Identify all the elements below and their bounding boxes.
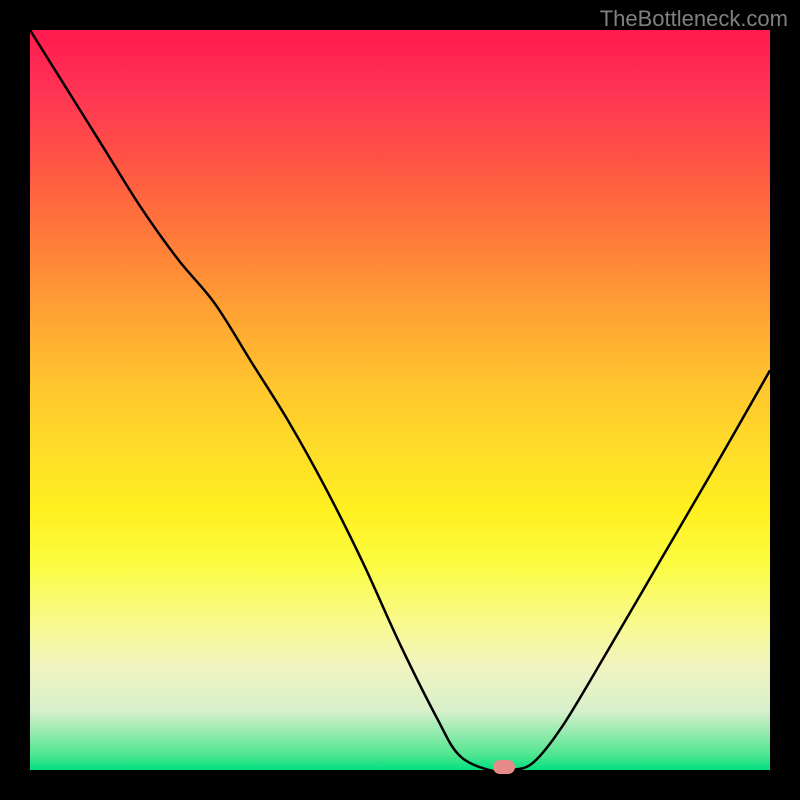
bottleneck-curve [30,30,770,770]
watermark-text: TheBottleneck.com [600,6,788,32]
plot-area [30,30,770,770]
optimal-marker [493,760,515,774]
chart-container: TheBottleneck.com [0,0,800,800]
